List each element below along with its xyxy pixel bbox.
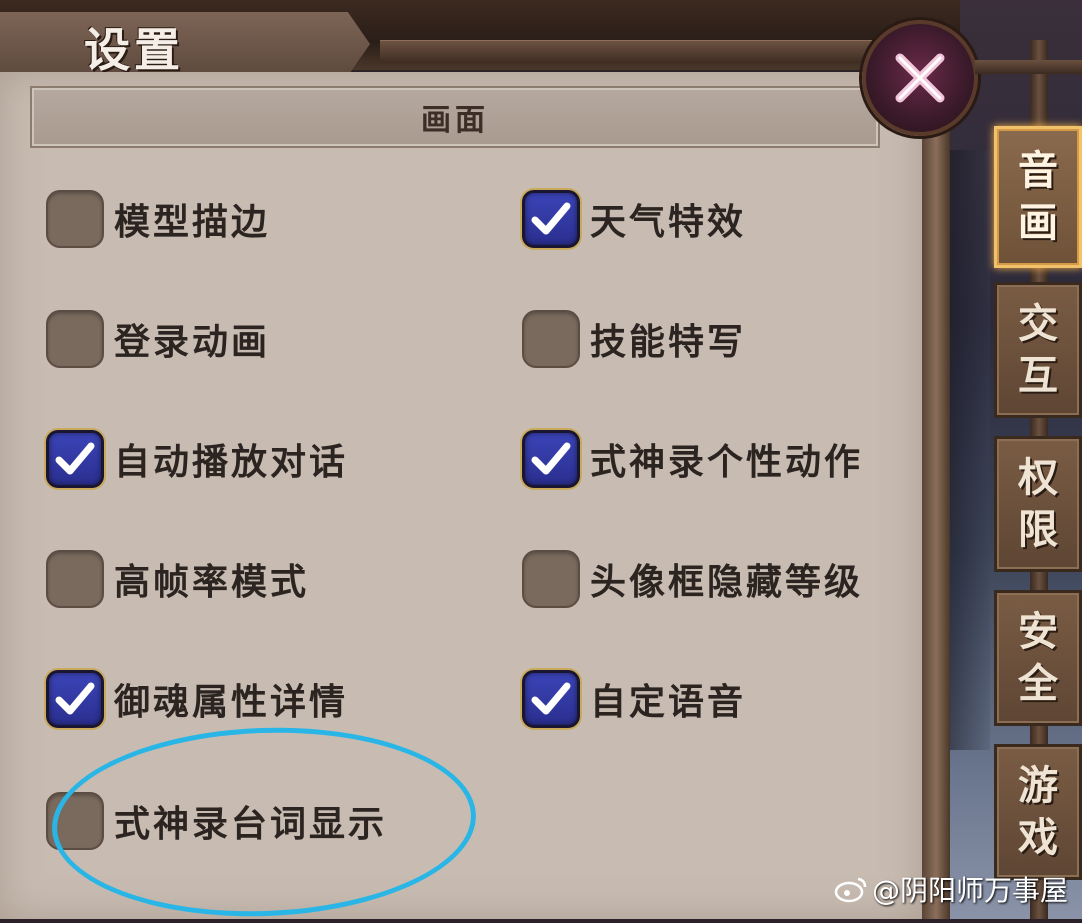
checkbox[interactable]	[522, 430, 580, 488]
option-login-animation[interactable]: 登录动画	[46, 308, 270, 370]
option-custom-voice[interactable]: 自定语音	[522, 668, 746, 730]
checkmark-icon	[55, 682, 95, 715]
option-label: 式神录个性动作	[590, 441, 864, 483]
checkbox[interactable]	[46, 670, 104, 728]
checkbox[interactable]	[46, 310, 104, 368]
option-label: 御魂属性详情	[114, 681, 349, 723]
tab-game[interactable]: 游戏	[994, 744, 1082, 880]
option-label: 自动播放对话	[114, 441, 349, 483]
option-weather-effects[interactable]: 天气特效	[522, 188, 746, 250]
section-header: 画面	[30, 86, 880, 148]
tab-label: 交互	[1018, 300, 1058, 399]
checkbox[interactable]	[522, 550, 580, 608]
option-label: 头像框隐藏等级	[590, 561, 864, 603]
checkmark-icon	[531, 682, 571, 715]
title-plaque	[0, 12, 370, 76]
close-icon	[895, 53, 945, 103]
checkmark-icon	[531, 202, 571, 235]
tab-audio-visual[interactable]: 音画	[994, 126, 1082, 268]
option-label: 模型描边	[114, 201, 271, 243]
option-shikigami-lines-display[interactable]: 式神录台词显示	[46, 790, 387, 852]
watermark: @阴阳师万事屋	[834, 869, 1068, 909]
option-auto-dialogue[interactable]: 自动播放对话	[46, 428, 348, 490]
tab-security[interactable]: 安全	[994, 590, 1082, 726]
option-label: 天气特效	[590, 201, 747, 243]
option-skill-closeup[interactable]: 技能特写	[522, 308, 746, 370]
panel-edge	[922, 60, 950, 919]
option-soul-attribute-details[interactable]: 御魂属性详情	[46, 668, 348, 730]
checkmark-icon	[531, 442, 571, 475]
tab-permissions[interactable]: 权限	[994, 436, 1082, 572]
option-hide-avatar-frame-level[interactable]: 头像框隐藏等级	[522, 548, 863, 610]
tab-label: 权限	[1018, 454, 1058, 553]
checkbox[interactable]	[46, 792, 104, 850]
tab-crossbar	[975, 60, 1082, 74]
checkbox[interactable]	[522, 670, 580, 728]
tab-label: 安全	[1018, 608, 1058, 707]
watermark-text: @阴阳师万事屋	[871, 874, 1068, 907]
option-shikigami-personal-actions[interactable]: 式神录个性动作	[522, 428, 863, 490]
tab-label: 音画	[1018, 147, 1058, 246]
option-label: 高帧率模式	[114, 561, 310, 603]
checkbox[interactable]	[46, 550, 104, 608]
checkmark-icon	[55, 442, 95, 475]
section-title: 画面	[421, 103, 489, 138]
checkbox[interactable]	[522, 190, 580, 248]
window-title: 设置	[84, 23, 184, 77]
tab-interaction[interactable]: 交互	[994, 282, 1082, 418]
tab-label: 游戏	[1018, 762, 1058, 861]
checkbox[interactable]	[522, 310, 580, 368]
weibo-icon	[834, 877, 867, 903]
close-button[interactable]	[862, 20, 978, 136]
checkbox[interactable]	[46, 430, 104, 488]
option-label: 登录动画	[114, 321, 271, 363]
option-model-outline[interactable]: 模型描边	[46, 188, 270, 250]
option-label: 自定语音	[590, 681, 747, 723]
option-label: 式神录台词显示	[114, 803, 388, 845]
checkbox[interactable]	[46, 190, 104, 248]
option-label: 技能特写	[590, 321, 747, 363]
option-high-framerate[interactable]: 高帧率模式	[46, 548, 309, 610]
